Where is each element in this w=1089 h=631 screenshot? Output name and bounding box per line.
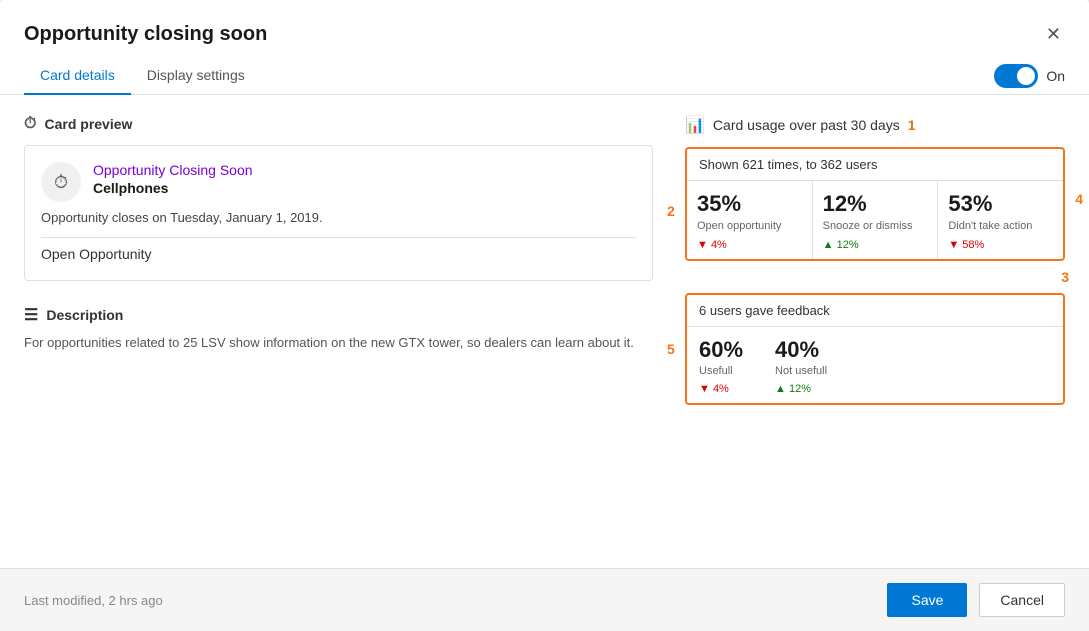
card-icon: ⏱	[41, 162, 81, 202]
usage-section-title: 📊 Card usage over past 30 days 1	[685, 115, 1065, 135]
dialog: Opportunity closing soon ✕ Card details …	[0, 0, 1089, 631]
feedback-change-1: ▲ 12%	[775, 383, 827, 395]
on-off-toggle[interactable]	[994, 64, 1038, 88]
feedback-cell-0: 60% Usefull ▼ 4%	[699, 337, 743, 395]
stat-change-1: ▲ 12%	[823, 239, 928, 251]
feedback-pct-1: 40%	[775, 337, 827, 363]
card-action-label: Open Opportunity	[41, 246, 152, 262]
stat-label-0: Open opportunity	[697, 219, 802, 233]
dialog-header: Opportunity closing soon ✕	[0, 0, 1089, 49]
feedback-wrapper: 5 6 users gave feedback 60% Usefull ▼ 4%…	[685, 293, 1065, 405]
label-2: 2	[667, 203, 675, 219]
description-section: ☰ Description For opportunities related …	[24, 305, 653, 353]
label-3: 3	[1061, 269, 1069, 285]
card-info: Opportunity Closing Soon Cellphones	[93, 162, 253, 196]
feedback-cells: 60% Usefull ▼ 4% 40% Not usefull ▲ 12%	[687, 327, 1063, 403]
tabs-row: Card details Display settings On	[0, 57, 1089, 95]
stat-label-1: Snooze or dismiss	[823, 219, 928, 233]
stat-cell-0: 35% Open opportunity ▼ 4%	[687, 181, 813, 259]
label-4: 4	[1075, 191, 1083, 207]
stats-shown-row: Shown 621 times, to 362 users	[687, 149, 1063, 181]
dialog-footer: Last modified, 2 hrs ago Save Cancel	[0, 568, 1089, 631]
stats-box: Shown 621 times, to 362 users 35% Open o…	[685, 147, 1065, 261]
stats-cells: 35% Open opportunity ▼ 4% 12% Snooze or …	[687, 181, 1063, 259]
usage-number-1: 1	[908, 117, 916, 133]
feedback-cell-1: 40% Not usefull ▲ 12%	[775, 337, 827, 395]
tab-display-settings[interactable]: Display settings	[131, 57, 261, 95]
stat-pct-0: 35%	[697, 191, 802, 217]
stat-change-2: ▼ 58%	[948, 239, 1053, 251]
toggle-label: On	[1046, 68, 1065, 84]
feedback-label-0: Usefull	[699, 365, 743, 377]
cancel-button[interactable]: Cancel	[979, 583, 1065, 617]
preview-icon: ⏱	[24, 115, 36, 133]
toggle-row: On	[994, 64, 1065, 88]
feedback-header: 6 users gave feedback	[687, 295, 1063, 327]
card-preview-title: ⏱ Card preview	[24, 115, 653, 133]
feedback-pct-0: 60%	[699, 337, 743, 363]
stat-pct-1: 12%	[823, 191, 928, 217]
card-body-text: Opportunity closes on Tuesday, January 1…	[41, 210, 636, 225]
save-button[interactable]: Save	[887, 583, 967, 617]
description-icon: ☰	[24, 305, 38, 325]
stat-pct-2: 53%	[948, 191, 1053, 217]
card-subtitle: Cellphones	[93, 180, 253, 196]
description-title: ☰ Description	[24, 305, 653, 325]
feedback-change-0: ▼ 4%	[699, 383, 743, 395]
usage-icon: 📊	[685, 115, 705, 135]
stat-label-2: Didn't take action	[948, 219, 1053, 233]
footer-buttons: Save Cancel	[887, 583, 1065, 617]
left-panel: ⏱ Card preview ⏱ Opportunity Closing Soo…	[24, 115, 653, 548]
stat-change-0: ▼ 4%	[697, 239, 802, 251]
stat-cell-1: 12% Snooze or dismiss ▲ 12%	[813, 181, 939, 259]
card-header: ⏱ Opportunity Closing Soon Cellphones	[41, 162, 636, 202]
close-button[interactable]: ✕	[1042, 20, 1065, 49]
stat-cell-2: 53% Didn't take action ▼ 58%	[938, 181, 1063, 259]
tabs: Card details Display settings	[24, 57, 261, 94]
footer-modified: Last modified, 2 hrs ago	[24, 593, 163, 608]
feedback-label-1: Not usefull	[775, 365, 827, 377]
stats-outer-wrapper: 2 4 Shown 621 times, to 362 users 35% Op…	[685, 147, 1065, 261]
card-title[interactable]: Opportunity Closing Soon	[93, 162, 253, 178]
right-panel-inner: 📊 Card usage over past 30 days 1 2 4 Sho…	[685, 115, 1065, 405]
right-panel: 📊 Card usage over past 30 days 1 2 4 Sho…	[685, 115, 1065, 548]
description-text: For opportunities related to 25 LSV show…	[24, 333, 653, 353]
dialog-title: Opportunity closing soon	[24, 23, 267, 46]
card-preview-box: ⏱ Opportunity Closing Soon Cellphones Op…	[24, 145, 653, 281]
feedback-box: 6 users gave feedback 60% Usefull ▼ 4% 4…	[685, 293, 1065, 405]
label-5: 5	[667, 341, 675, 357]
dialog-body: ⏱ Card preview ⏱ Opportunity Closing Soo…	[0, 95, 1089, 568]
tab-card-details[interactable]: Card details	[24, 57, 131, 95]
